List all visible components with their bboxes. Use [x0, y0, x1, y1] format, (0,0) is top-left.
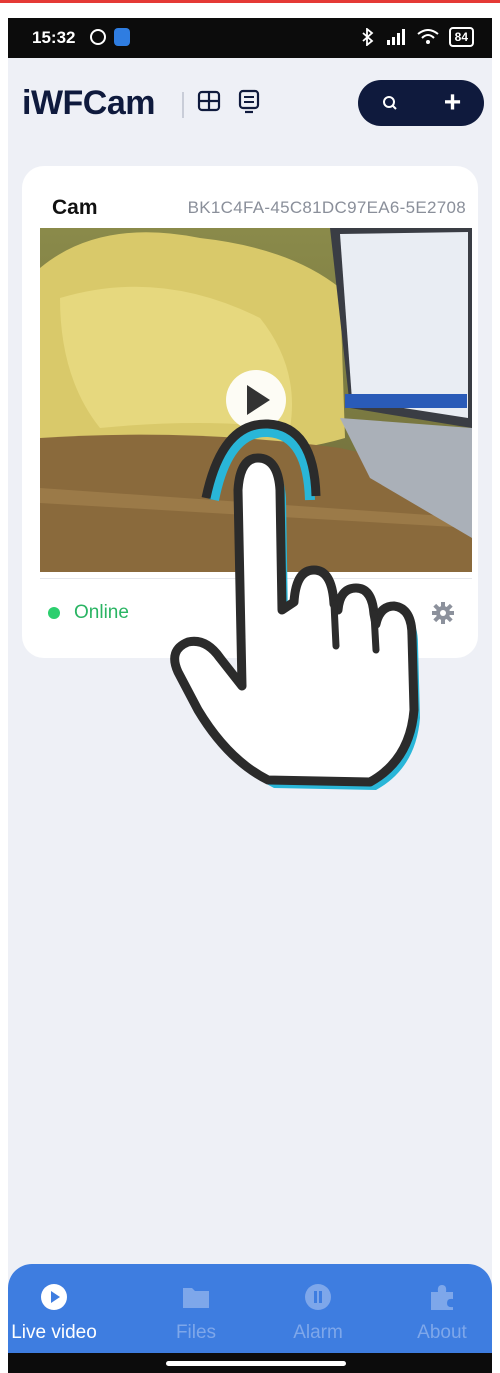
title-divider: [182, 92, 184, 118]
nav-files[interactable]: Files: [148, 1282, 244, 1344]
play-circle-icon: [41, 1284, 67, 1310]
add-device-button[interactable]: +: [433, 83, 473, 123]
nav-label-alarm: Alarm: [293, 1322, 343, 1343]
battery-icon: 84: [448, 27, 474, 47]
search-icon: [382, 96, 397, 110]
device-id: BK1C4FA-45C81DC97EA6-5E2708: [187, 198, 466, 217]
status-time: 15:32: [32, 28, 76, 47]
nav-alarm[interactable]: Alarm: [270, 1282, 366, 1344]
wifi-icon: [417, 29, 439, 44]
folder-icon: [183, 1288, 209, 1308]
top-red-border: [0, 0, 500, 6]
signal-icon: [386, 29, 405, 45]
status-bar: 15:32 84: [8, 18, 492, 58]
tap-gesture-hand-icon: [170, 419, 420, 790]
bluetooth-icon: [362, 28, 374, 46]
device-status: Online: [48, 602, 129, 624]
phone-screen: 15:32 84 iWFCam + Cam BK1C4FA-45C81DC97E…: [8, 18, 492, 1373]
list-view-icon[interactable]: [236, 88, 262, 114]
header-action-pill: +: [358, 80, 484, 126]
puzzle-icon: [431, 1285, 453, 1310]
online-indicator-icon: [48, 607, 60, 619]
nav-label-about: About: [417, 1322, 467, 1343]
nav-label-live-video: Live video: [11, 1322, 97, 1343]
nav-about[interactable]: About: [394, 1282, 490, 1344]
app-title: iWFCam: [22, 84, 156, 122]
status-right-icons: 84: [361, 27, 474, 47]
nav-live-video[interactable]: Live video: [8, 1282, 102, 1344]
alarm-icon: [305, 1284, 331, 1310]
search-button[interactable]: [370, 83, 410, 123]
status-left-icons: [90, 28, 130, 46]
home-indicator[interactable]: [166, 1361, 346, 1366]
nav-label-files: Files: [175, 1322, 217, 1343]
grid-view-icon[interactable]: [196, 88, 222, 114]
view-toggle-group: [196, 88, 262, 114]
app-notification-icon: [114, 28, 130, 46]
alarm-clock-icon: [90, 29, 106, 45]
home-bar-area: [8, 1353, 492, 1373]
device-name: Cam: [52, 196, 98, 219]
status-text: Online: [74, 602, 129, 623]
